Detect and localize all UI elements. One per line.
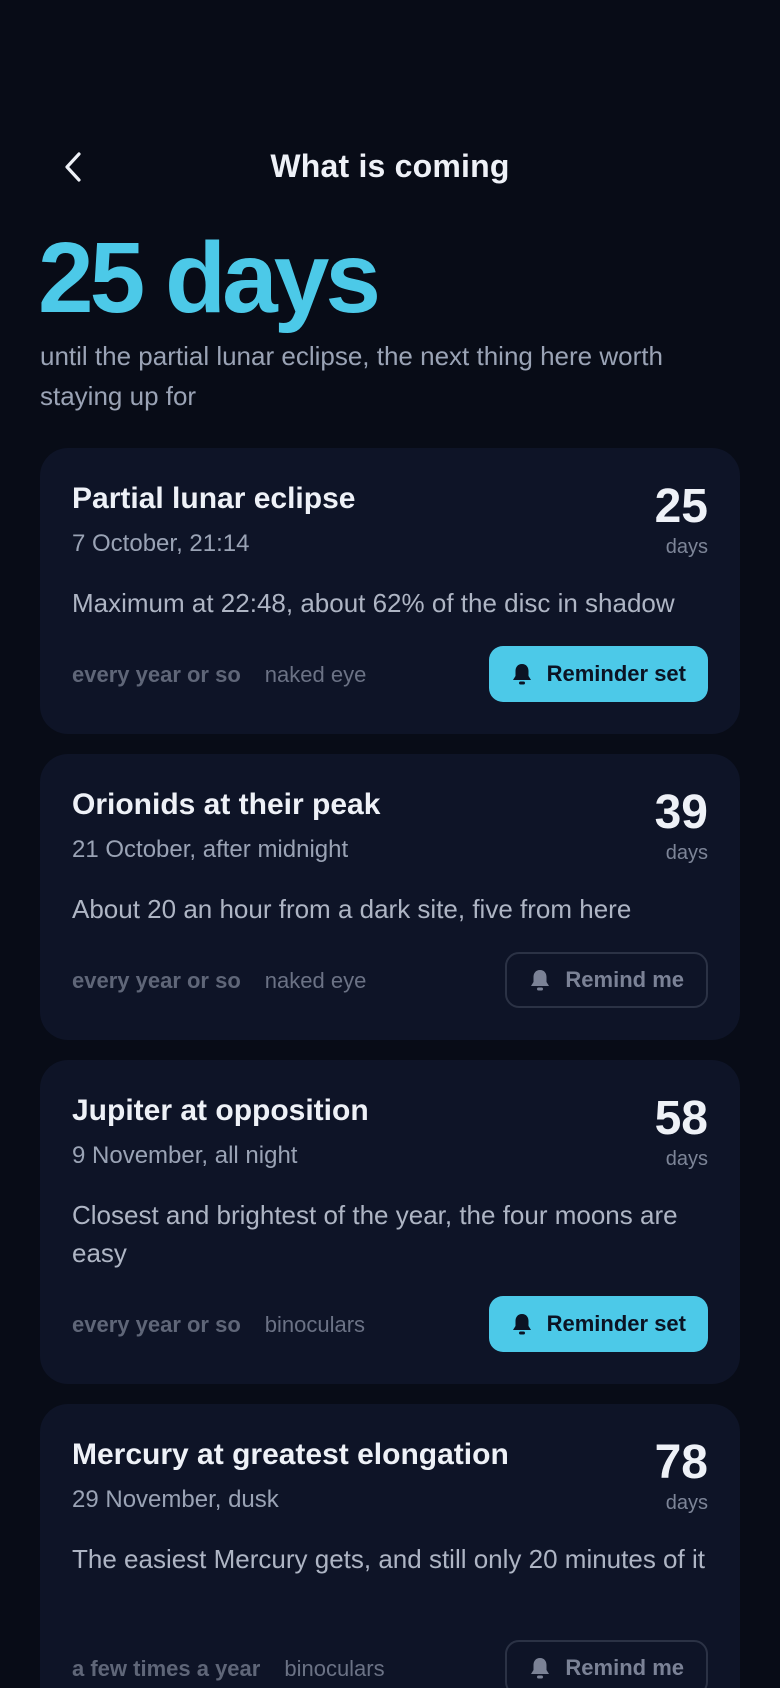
event-description: Maximum at 22:48, about 62% of the disc … bbox=[72, 588, 675, 618]
event-days-count: 58 bbox=[654, 1092, 708, 1145]
header: What is coming bbox=[0, 140, 780, 194]
event-viewing-method: binoculars bbox=[284, 1656, 385, 1681]
bell-icon bbox=[512, 1314, 531, 1335]
event-viewing-method: naked eye bbox=[264, 662, 367, 687]
reminder-button-label: Remind me bbox=[565, 1655, 684, 1680]
event-card[interactable]: Mercury at greatest elongation 29 Novemb… bbox=[40, 1404, 740, 1688]
event-card[interactable]: Orionids at their peak 21 October, after… bbox=[40, 754, 740, 1040]
event-date: 9 November, all night bbox=[72, 1142, 298, 1169]
event-card[interactable]: Jupiter at opposition 9 November, all ni… bbox=[40, 1060, 740, 1384]
upcoming-events-screen: What is coming 25 days until the partial… bbox=[0, 0, 780, 1688]
event-viewing-method: binoculars bbox=[264, 1312, 366, 1337]
event-viewing-method: naked eye bbox=[264, 968, 367, 993]
event-date: 7 October, 21:14 bbox=[72, 530, 250, 557]
hero-countdown: 25 days bbox=[38, 222, 381, 334]
event-tags: every year or so naked eye bbox=[72, 968, 366, 994]
event-title: Mercury at greatest elongation bbox=[72, 1438, 509, 1471]
reminder-button-label: Reminder set bbox=[546, 661, 686, 686]
event-title: Partial lunar eclipse bbox=[72, 482, 356, 515]
event-tags: every year or so naked eye bbox=[72, 662, 366, 688]
event-days-label: days bbox=[665, 1492, 708, 1514]
event-tags: a few times a year binoculars bbox=[72, 1656, 385, 1682]
event-title: Orionids at their peak bbox=[72, 788, 381, 821]
bell-icon bbox=[531, 970, 550, 991]
event-days-label: days bbox=[665, 842, 708, 864]
hero-subtitle: until the partial lunar eclipse, the nex… bbox=[40, 341, 663, 411]
bell-icon bbox=[531, 1658, 550, 1679]
event-date: 21 October, after midnight bbox=[72, 836, 349, 863]
event-description: About 20 an hour from a dark site, five … bbox=[72, 894, 632, 924]
event-description: The easiest Mercury gets, and still only… bbox=[72, 1544, 705, 1574]
event-date: 29 November, dusk bbox=[72, 1486, 279, 1513]
event-title: Jupiter at opposition bbox=[72, 1094, 369, 1127]
event-days-label: days bbox=[665, 536, 708, 558]
event-days-count: 78 bbox=[654, 1436, 708, 1489]
event-frequency: every year or so bbox=[72, 1312, 241, 1337]
bell-icon bbox=[512, 664, 531, 685]
reminder-button-label: Reminder set bbox=[546, 1311, 686, 1336]
event-frequency: every year or so bbox=[72, 662, 241, 687]
event-description: Closest and brightest of the year, the f… bbox=[72, 1200, 678, 1268]
event-days-label: days bbox=[665, 1148, 708, 1170]
event-frequency: a few times a year bbox=[72, 1656, 261, 1681]
event-card[interactable]: Partial lunar eclipse 7 October, 21:14 2… bbox=[40, 448, 740, 734]
event-days-count: 25 bbox=[654, 480, 708, 533]
remind-me-button[interactable]: Remind me bbox=[505, 952, 708, 1008]
page-title: What is coming bbox=[270, 148, 510, 184]
event-frequency: every year or so bbox=[72, 968, 241, 993]
reminder-set-button[interactable]: Reminder set bbox=[488, 646, 708, 702]
remind-me-button[interactable]: Remind me bbox=[505, 1640, 708, 1688]
event-tags: every year or so binoculars bbox=[72, 1312, 365, 1338]
reminder-set-button[interactable]: Reminder set bbox=[488, 1296, 708, 1352]
event-days-count: 39 bbox=[654, 786, 708, 839]
reminder-button-label: Remind me bbox=[565, 967, 684, 992]
